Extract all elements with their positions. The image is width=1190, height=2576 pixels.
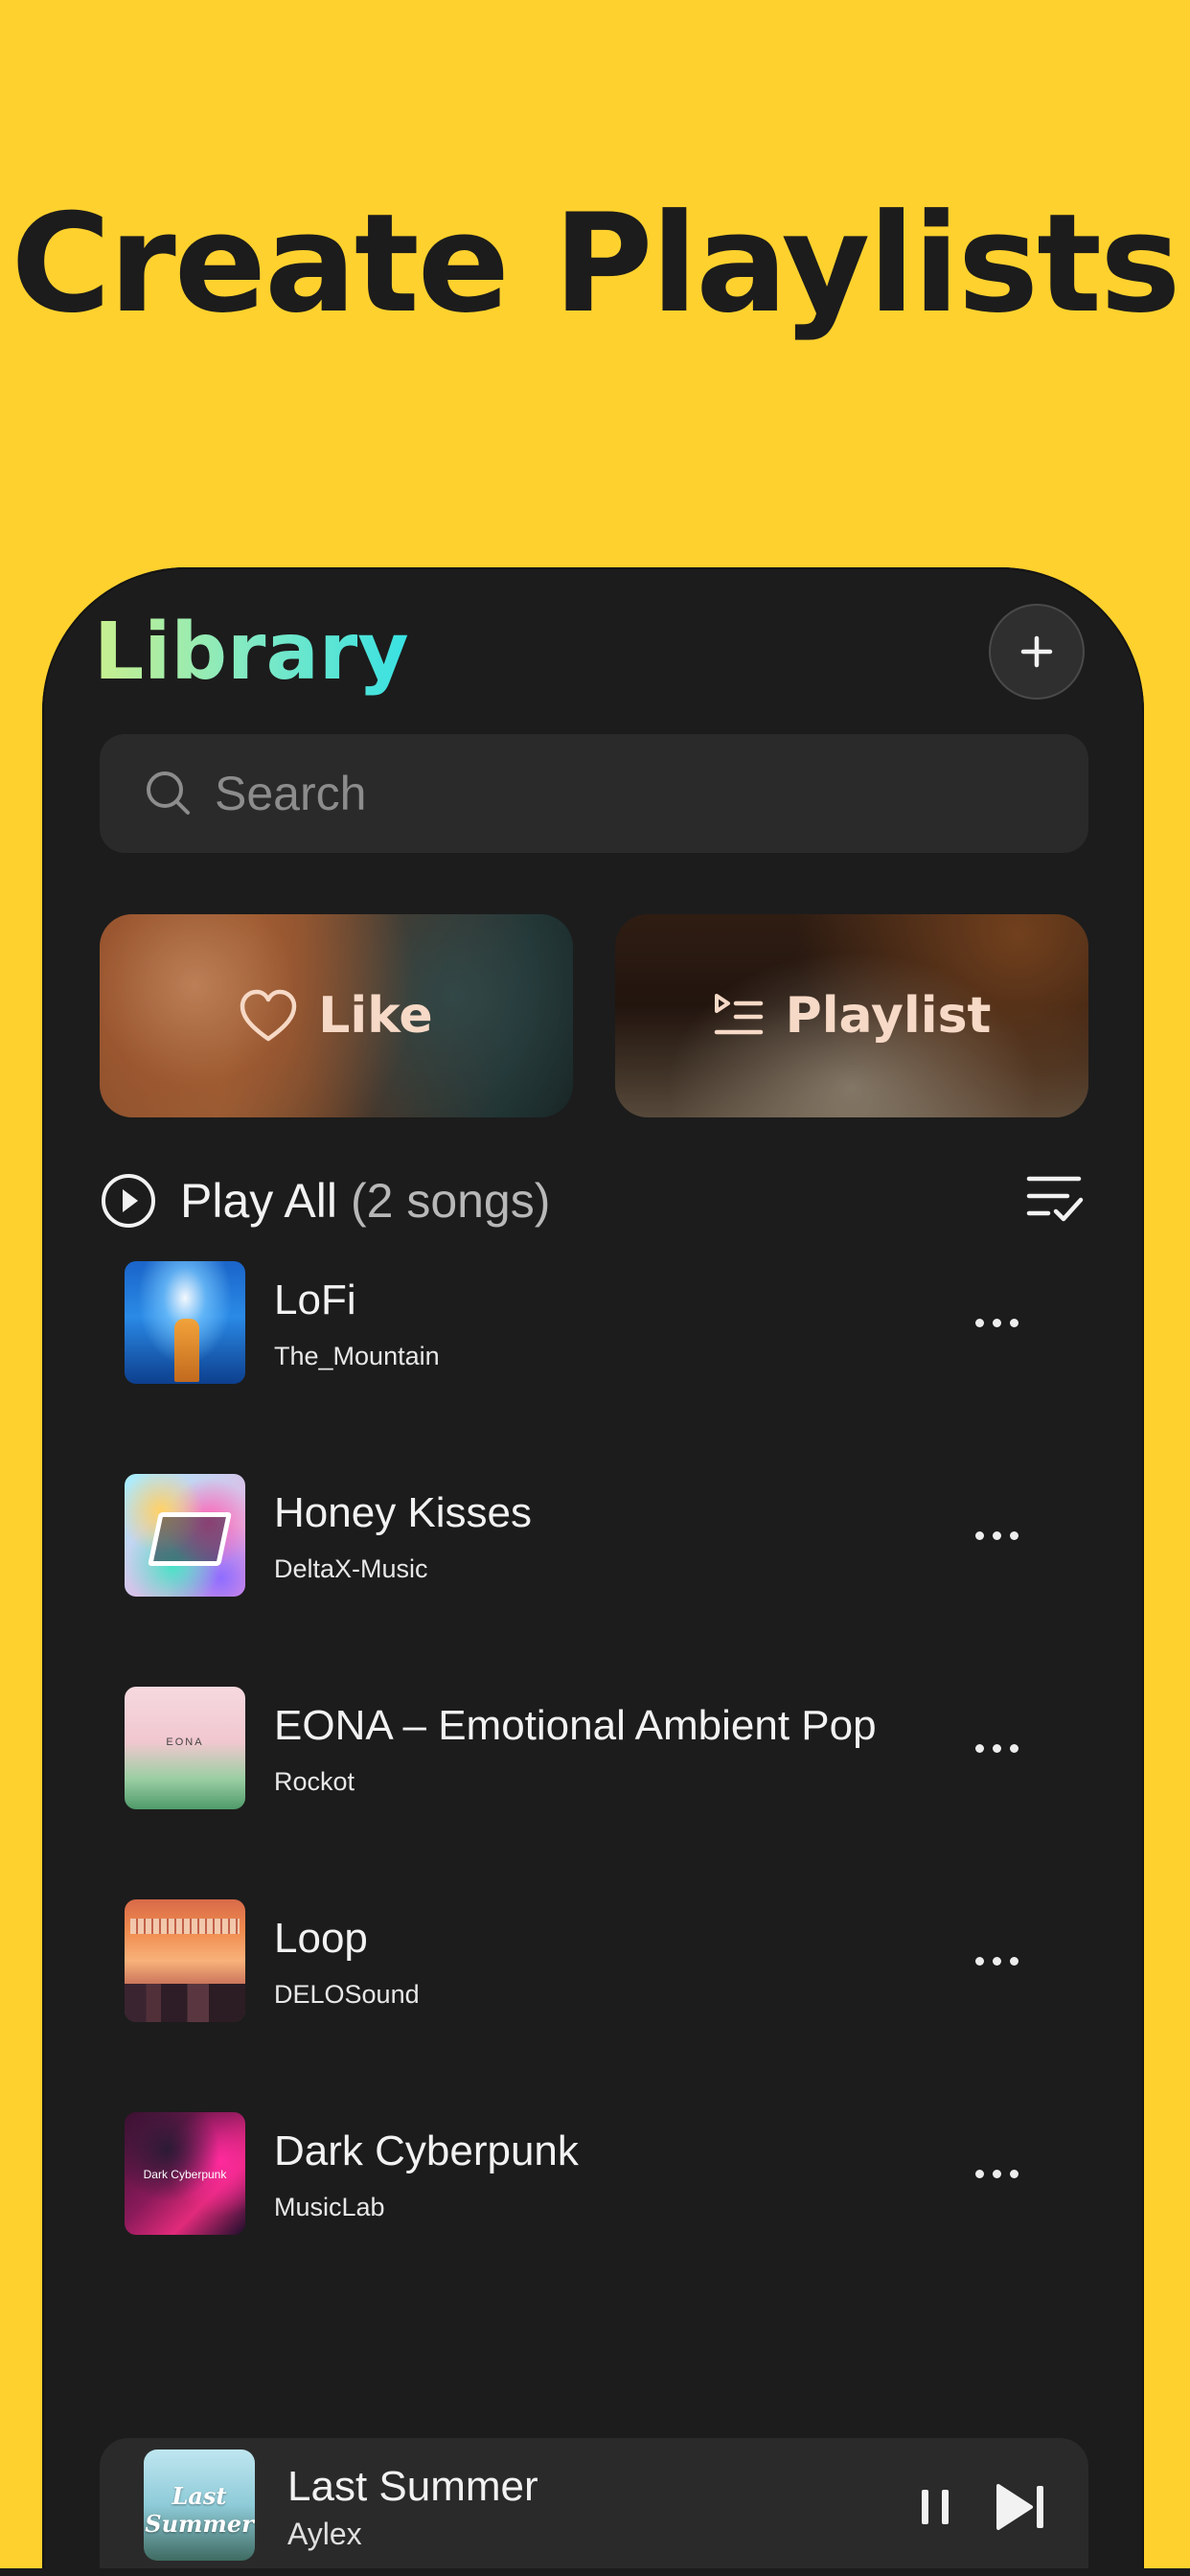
- play-circle-icon: [102, 1174, 155, 1228]
- album-cover: [125, 1899, 245, 2022]
- playlist-icon: [714, 994, 763, 1035]
- song-title: Dark Cyberpunk: [274, 2128, 579, 2174]
- sort-list-icon[interactable]: [1025, 1169, 1085, 1229]
- search-icon: [144, 769, 194, 818]
- skip-next-icon[interactable]: [991, 2476, 1052, 2538]
- now-playing-artist: Aylex: [287, 2517, 362, 2551]
- list-item[interactable]: Loop DELOSound: [125, 1899, 1092, 2112]
- cover-text: EONA: [166, 1736, 204, 1748]
- song-title: Honey Kisses: [274, 1489, 533, 1536]
- more-options-icon[interactable]: [958, 1729, 1035, 1767]
- like-card-label: Like: [318, 987, 433, 1045]
- song-title: Loop: [274, 1915, 368, 1962]
- list-item[interactable]: EONA EONA – Emotional Ambient Pop Rockot: [125, 1687, 1092, 1899]
- now-playing-cover: Last Summer: [144, 2450, 255, 2561]
- search-input[interactable]: [213, 765, 1060, 822]
- pause-button[interactable]: [906, 2478, 964, 2536]
- now-playing-title: Last Summer: [287, 2463, 538, 2510]
- like-card[interactable]: Like: [100, 914, 573, 1117]
- song-artist: DeltaX-Music: [274, 1554, 428, 1583]
- mini-player[interactable]: Last Summer Last Summer Aylex: [100, 2438, 1088, 2576]
- list-item[interactable]: Dark Cyberpunk Dark Cyberpunk MusicLab: [125, 2112, 1092, 2325]
- pause-icon: [922, 2490, 928, 2524]
- library-title: Library: [94, 604, 409, 702]
- song-list: LoFi The_Mountain Honey Kisses DeltaX-Mu…: [125, 1261, 1092, 2325]
- more-options-icon[interactable]: [958, 1516, 1035, 1554]
- hero-title: Create Playlists: [11, 185, 1180, 343]
- album-cover: Dark Cyberpunk: [125, 2112, 245, 2235]
- more-options-icon[interactable]: [958, 1303, 1035, 1342]
- album-cover: [125, 1474, 245, 1597]
- more-options-icon[interactable]: [958, 1942, 1035, 1980]
- song-artist: The_Mountain: [274, 1342, 440, 1370]
- search-bar[interactable]: [100, 734, 1088, 853]
- cover-text: Dark Cyberpunk: [143, 2168, 227, 2181]
- list-item[interactable]: Honey Kisses DeltaX-Music: [125, 1474, 1092, 1687]
- song-artist: MusicLab: [274, 2193, 385, 2221]
- song-count: (2 songs): [350, 1174, 551, 1228]
- list-item[interactable]: LoFi The_Mountain: [125, 1261, 1092, 1474]
- plus-icon: [1020, 635, 1053, 668]
- playlist-card-label: Playlist: [785, 987, 992, 1045]
- more-options-icon[interactable]: [958, 2154, 1035, 2193]
- cover-text: Last Summer: [145, 2482, 254, 2538]
- bottom-edge: [0, 2568, 1190, 2576]
- album-cover: EONA: [125, 1687, 245, 1809]
- song-artist: Rockot: [274, 1767, 355, 1796]
- song-title: EONA – Emotional Ambient Pop: [274, 1702, 877, 1749]
- playlist-card[interactable]: Playlist: [615, 914, 1088, 1117]
- song-artist: DELOSound: [274, 1980, 420, 2009]
- song-title: LoFi: [274, 1276, 356, 1323]
- library-screen: Library Like Playli: [42, 567, 1144, 2576]
- heart-icon: [240, 989, 297, 1042]
- add-playlist-button[interactable]: [989, 604, 1085, 700]
- album-cover: [125, 1261, 245, 1384]
- play-all-label: Play All: [180, 1174, 337, 1228]
- play-all-button[interactable]: Play All (2 songs): [100, 1158, 550, 1244]
